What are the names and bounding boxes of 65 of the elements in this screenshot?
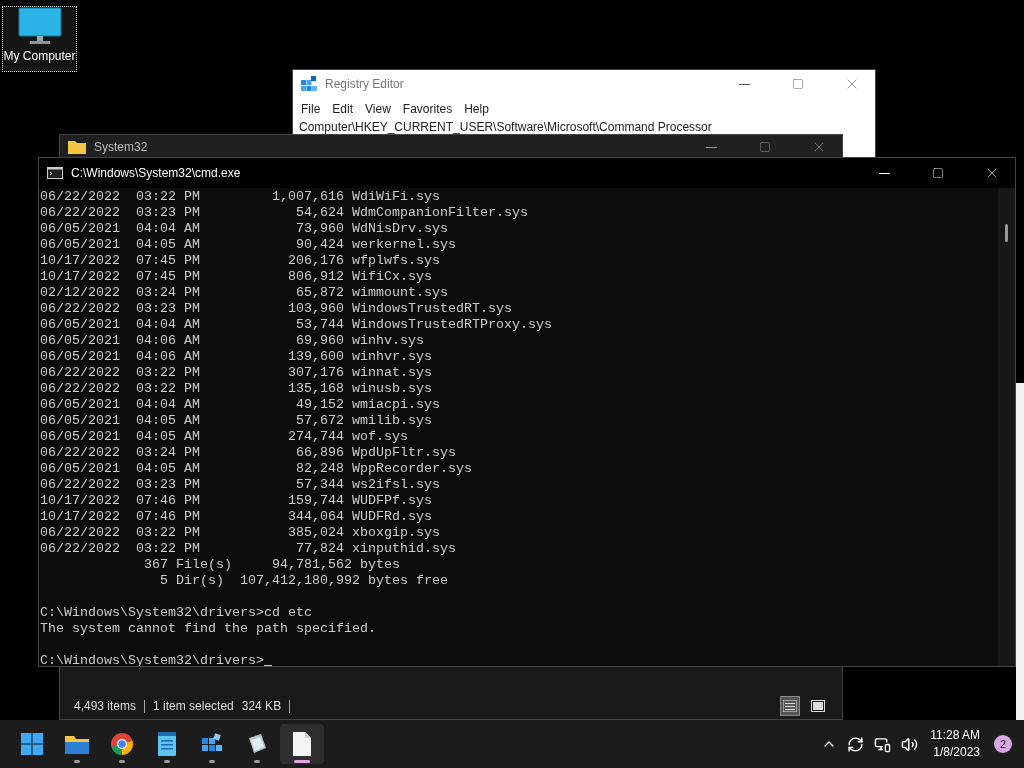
window-title: System32 (94, 140, 149, 154)
taskbar-app[interactable] (280, 724, 324, 764)
desktop-icon-label: My Computer (3, 49, 76, 63)
clock-time: 11:28 AM (930, 727, 980, 744)
console-line: The system cannot find the path specified. (40, 621, 377, 637)
console-line: 06/22/2022 03:22 PM 1,007,616 WdiWiFi.sys (40, 189, 441, 205)
window-title: Registry Editor (325, 77, 405, 91)
menu-item[interactable]: View (359, 102, 397, 116)
address-bar[interactable]: Computer\HKEY_CURRENT_USER\Software\Microsoft\Command Processor (293, 120, 875, 134)
console-line: 06/22/2022 03:23 PM 57,344 ws2ifsl.sys (40, 477, 441, 493)
console-line: 10/17/2022 07:46 PM 344,064 WUDFRd.sys (40, 509, 433, 525)
clock[interactable]: 11:28 AM 1/8/2023 (930, 727, 980, 761)
console-line: 06/05/2021 04:06 AM 139,600 winhvr.sys (40, 349, 433, 365)
menu-item[interactable]: Favorites (396, 102, 459, 116)
console-line: 06/05/2021 04:04 AM 73,960 WdNisDrv.sys (40, 221, 449, 237)
menu-item[interactable]: Help (458, 102, 495, 116)
monitor-icon (17, 7, 62, 45)
menu-item[interactable]: File (295, 102, 327, 116)
console-line: 02/12/2022 03:24 PM 65,872 wimmount.sys (40, 285, 449, 301)
list-view-icon (783, 700, 797, 712)
console-line: 06/05/2021 04:05 AM 274,744 wof.sys (40, 429, 409, 445)
console-line: 06/22/2022 03:22 PM 135,168 winusb.sys (40, 381, 433, 397)
view-button[interactable] (780, 696, 800, 716)
selection-count: 1 item selected (153, 699, 234, 713)
console-line: 06/05/2021 04:05 AM 82,248 WppRecorder.sys (40, 461, 473, 477)
notepad-icon (156, 731, 178, 757)
selection-size: 324 KB (241, 699, 282, 713)
console-icon (47, 167, 63, 179)
console-line: 06/22/2022 03:22 PM 307,176 winnat.sys (40, 365, 433, 381)
console-line: 06/22/2022 03:22 PM 77,824 xinputhid.sys (40, 541, 457, 557)
cubes-icon (301, 76, 317, 92)
minimize-icon (878, 172, 890, 174)
maximize-icon (932, 167, 944, 179)
console-line: 06/22/2022 03:22 PM 385,024 xboxgip.sys (40, 525, 441, 541)
maximize-icon (792, 78, 804, 90)
minimize-icon (738, 83, 750, 85)
console-line: C:\Windows\System32\drivers>cd etc (40, 605, 313, 621)
console-line: 06/05/2021 04:04 AM 49,152 wmiacpi.sys (40, 397, 441, 413)
console-line: 10/17/2022 07:45 PM 806,912 WifiCx.sys (40, 269, 433, 285)
console-line: 06/05/2021 04:05 AM 90,424 werkernel.sys (40, 237, 457, 253)
folder-icon (68, 140, 86, 154)
scrollbar[interactable] (998, 188, 1015, 666)
console-line: 367 File(s) 94,781,562 bytes (142, 557, 401, 573)
console-line: C:\Windows\System32\drivers> (40, 653, 998, 666)
windows-logo-icon (20, 732, 44, 756)
console-line: 06/05/2021 04:06 AM 69,960 winhv.sys (40, 333, 425, 349)
browser-icon (110, 732, 134, 756)
desktop-icon[interactable]: My Computer (2, 6, 77, 72)
console-line: 5 Dir(s) 107,412,180,992 bytes free (158, 573, 449, 589)
preview-view-icon (811, 700, 825, 712)
console-line: 06/22/2022 03:23 PM 54,624 WdmCompanionFilter.sys (40, 205, 529, 221)
clock-date: 1/8/2023 (933, 744, 980, 761)
document-icon (292, 731, 312, 757)
item-count: 4,493 items (74, 699, 137, 713)
console-line: 10/17/2022 07:46 PM 159,744 WUDFPf.sys (40, 493, 433, 509)
menu-item[interactable]: Edit (326, 102, 360, 116)
console-line: 06/22/2022 03:23 PM 103,960 WindowsTrustedRT.sys (40, 301, 513, 317)
console-line: 06/05/2021 04:05 AM 57,672 wmilib.sys (40, 413, 433, 429)
maximize-icon (759, 141, 771, 153)
window-title: C:\Windows\System32\cmd.exe (71, 166, 242, 180)
minimize-icon (705, 146, 717, 148)
notification-badge[interactable]: 2 (994, 735, 1012, 753)
console-line: 10/17/2022 07:45 PM 206,176 wfplwfs.sys (40, 253, 441, 269)
console-line: 06/05/2021 04:04 AM 53,744 WindowsTrustedRTProxy.sys (40, 317, 553, 333)
console-line: 06/22/2022 03:24 PM 66,896 WpdUpFltr.sys (40, 445, 457, 461)
